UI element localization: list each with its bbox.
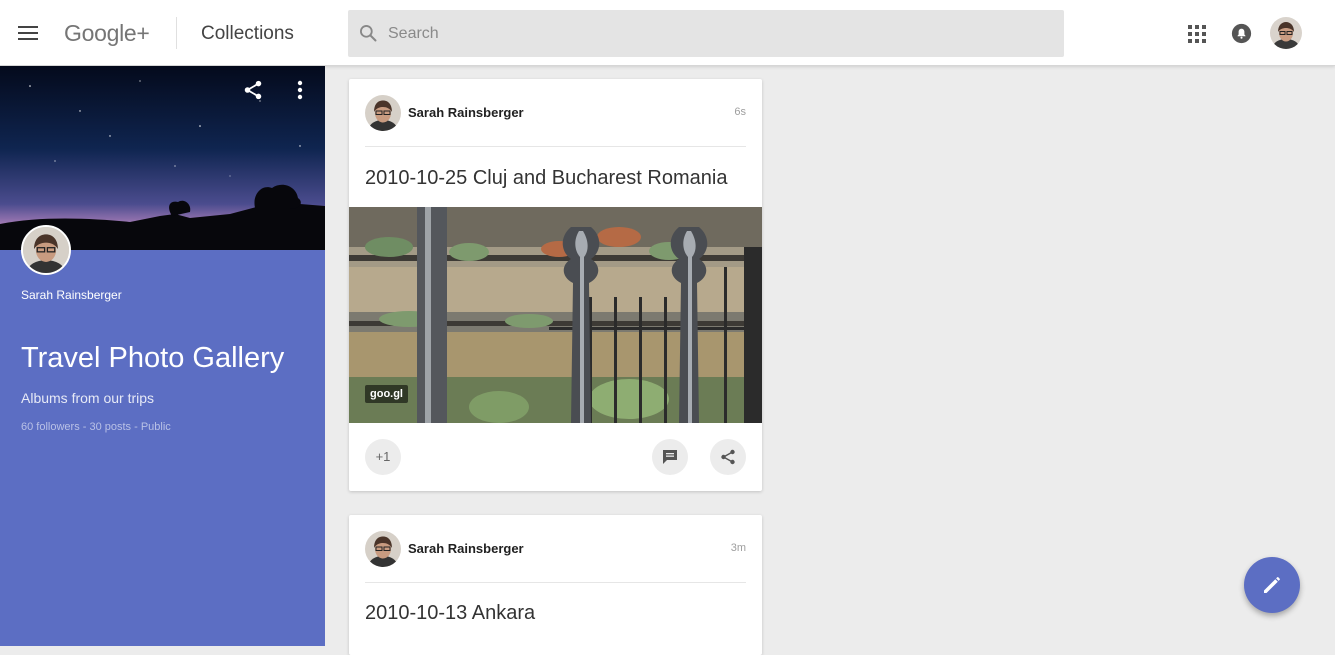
link-source-tag[interactable]: goo.gl	[365, 385, 408, 403]
post-author-avatar[interactable]	[365, 531, 401, 567]
post-timestamp[interactable]: 6s	[734, 106, 746, 118]
collection-description: Albums from our trips	[21, 390, 155, 406]
post-author-avatar[interactable]	[365, 95, 401, 131]
share-button[interactable]	[710, 439, 746, 475]
notification-bell-icon[interactable]	[1231, 23, 1252, 44]
post-divider	[365, 146, 746, 147]
collection-title: Travel Photo Gallery	[21, 342, 285, 374]
plus-one-button[interactable]: +1	[365, 439, 401, 475]
post-header: Sarah Rainsberger 3m	[349, 515, 762, 583]
google-plus-logo[interactable]: Google+	[64, 20, 150, 47]
post-author-name[interactable]: Sarah Rainsberger	[408, 105, 524, 120]
search-input[interactable]	[388, 20, 988, 48]
share-icon[interactable]	[242, 78, 264, 102]
post-author-name[interactable]: Sarah Rainsberger	[408, 541, 524, 556]
post-title[interactable]: 2010-10-13 Ankara	[365, 602, 535, 625]
collection-sidebar: Sarah Rainsberger Travel Photo Gallery A…	[0, 66, 325, 646]
comment-button[interactable]	[652, 439, 688, 475]
post-card: Sarah Rainsberger 3m 2010-10-13 Ankara	[349, 515, 762, 655]
share-icon	[721, 449, 735, 465]
post-divider	[365, 582, 746, 583]
pencil-icon	[1264, 577, 1280, 593]
post-header: Sarah Rainsberger 6s	[349, 79, 762, 147]
post-card: Sarah Rainsberger 6s 2010-10-25 Cluj and…	[349, 79, 762, 491]
apps-grid-icon[interactable]	[1188, 25, 1206, 43]
account-avatar[interactable]	[1270, 17, 1302, 49]
post-image[interactable]: goo.gl	[349, 207, 762, 423]
top-bar: Google+ Collections	[0, 0, 1335, 66]
post-timestamp[interactable]: 3m	[731, 542, 746, 554]
page-title: Collections	[201, 23, 294, 44]
search-icon	[360, 25, 377, 42]
post-title[interactable]: 2010-10-25 Cluj and Bucharest Romania	[365, 167, 727, 190]
search-bar[interactable]	[348, 10, 1064, 57]
header-divider	[176, 17, 177, 49]
collection-owner-name[interactable]: Sarah Rainsberger	[21, 288, 122, 302]
collection-owner-avatar[interactable]	[21, 225, 71, 275]
compose-button[interactable]	[1244, 557, 1300, 613]
collection-stats: 60 followers - 30 posts - Public	[21, 421, 171, 433]
more-vert-icon[interactable]	[292, 78, 308, 102]
collection-cover-image	[0, 66, 325, 250]
comment-icon	[663, 450, 677, 464]
menu-icon[interactable]	[18, 26, 38, 42]
